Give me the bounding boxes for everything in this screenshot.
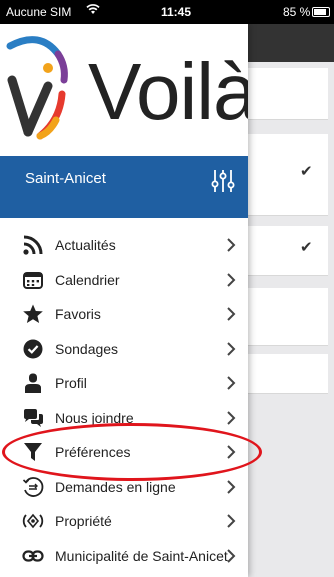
star-icon <box>22 303 44 325</box>
property-icon <box>22 510 44 532</box>
menu-item-label: Propriété <box>55 513 112 529</box>
chevron-right-icon <box>225 374 237 392</box>
chevron-right-icon <box>225 271 237 289</box>
carrier-label: Aucune SIM <box>6 5 72 19</box>
menu-item-sondages[interactable]: Sondages <box>0 332 248 367</box>
location-name: Saint-Anicet <box>25 170 106 187</box>
menu-item-label: Calendrier <box>55 271 120 288</box>
person-icon <box>22 372 44 394</box>
menu-item-label: Nous joindre <box>55 409 134 426</box>
menu-item-calendrier[interactable]: Calendrier <box>0 263 248 298</box>
status-bar: Aucune SIM 11:45 85 % <box>0 0 334 24</box>
menu-item-label: Municipalité de Saint-Anicet <box>55 547 228 564</box>
menu-item-label: Préférences <box>55 444 131 460</box>
rss-icon <box>22 234 44 256</box>
chevron-right-icon <box>225 305 237 323</box>
battery-percent: 85 % <box>283 5 311 19</box>
clock: 11:45 <box>161 5 192 19</box>
menu-item-label: Profil <box>55 375 87 391</box>
funnel-icon <box>22 441 44 463</box>
menu-item-nous-joindre[interactable]: Nous joindre <box>0 401 248 436</box>
drawer-menu: Actualités Calendrier Favoris Sondages P… <box>0 228 248 573</box>
battery-icon <box>312 7 330 17</box>
check-icon: ✔ <box>300 239 313 256</box>
menu-item-municipalite[interactable]: Municipalité de Saint-Anicet <box>0 539 248 574</box>
battery-fill <box>314 9 326 15</box>
chevron-right-icon <box>225 547 237 565</box>
menu-item-preferences[interactable]: Préférences <box>0 435 248 470</box>
chevron-right-icon <box>225 340 237 358</box>
menu-item-label: Sondages <box>55 340 119 357</box>
link-icon <box>22 545 44 567</box>
navigation-drawer: Voilà Saint-Anicet Actualités Calendrier… <box>0 24 248 577</box>
menu-item-profil[interactable]: Profil <box>0 366 248 401</box>
menu-item-actualites[interactable]: Actualités <box>0 228 248 263</box>
location-bar[interactable]: Saint-Anicet <box>0 156 248 218</box>
menu-item-label: Demandes en ligne <box>55 478 176 495</box>
request-icon <box>22 476 44 498</box>
chevron-right-icon <box>225 236 237 254</box>
menu-item-propriete[interactable]: Propriété <box>0 504 248 539</box>
chevron-right-icon <box>225 409 237 427</box>
menu-item-favoris[interactable]: Favoris <box>0 297 248 332</box>
calendar-icon <box>22 269 44 291</box>
background-row: ✔ <box>248 226 328 276</box>
background-row <box>248 354 328 394</box>
background-row <box>248 288 328 346</box>
check-circle-icon <box>22 338 44 360</box>
background-row: ✔ <box>248 134 328 216</box>
logo-mark-icon <box>6 36 68 140</box>
app-logo: Voilà <box>0 24 248 156</box>
menu-item-label: Actualités <box>55 237 116 253</box>
menu-item-demandes-en-ligne[interactable]: Demandes en ligne <box>0 470 248 505</box>
chevron-right-icon <box>225 478 237 496</box>
chat-icon <box>22 407 44 429</box>
menu-item-label: Favoris <box>55 306 101 322</box>
check-icon: ✔ <box>300 163 313 180</box>
sliders-icon[interactable] <box>211 168 235 199</box>
wifi-icon <box>86 3 100 18</box>
chevron-right-icon <box>225 512 237 530</box>
chevron-right-icon <box>225 443 237 461</box>
background-row <box>248 68 328 120</box>
logo-wordmark: Voilà <box>88 47 248 136</box>
